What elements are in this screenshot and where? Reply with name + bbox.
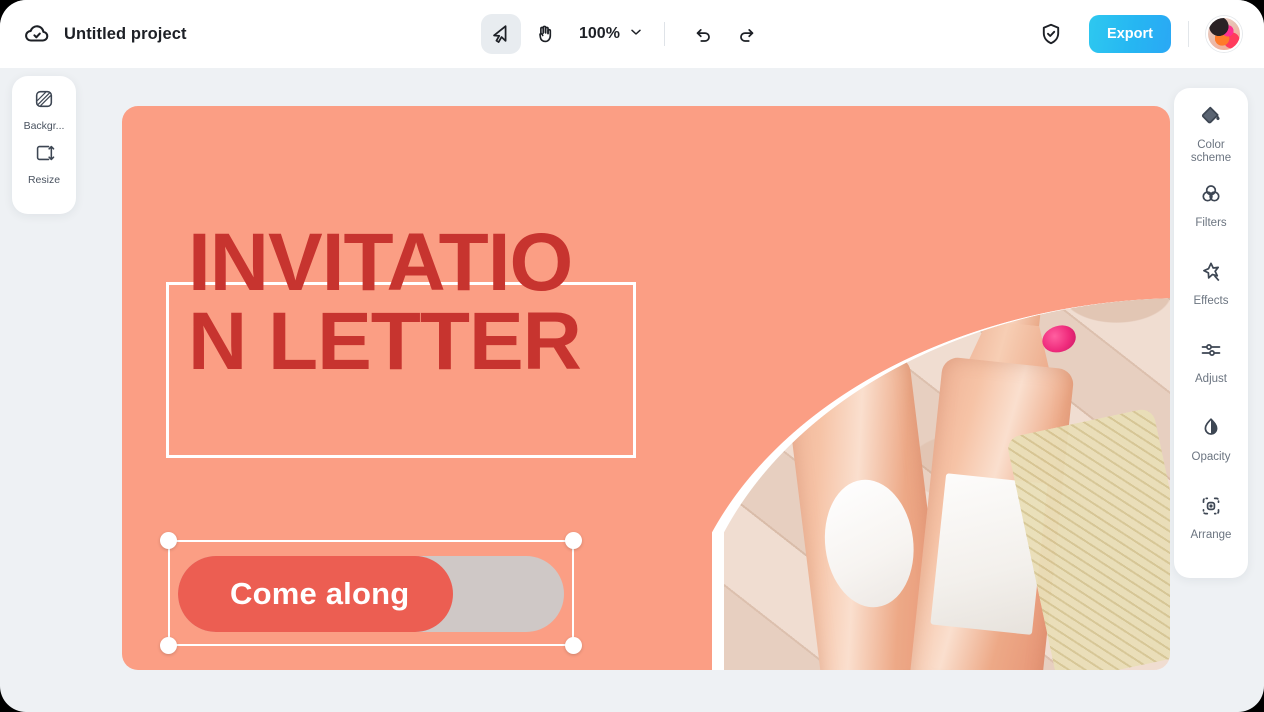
panel-item-label: Color scheme [1190, 139, 1232, 165]
resize-handle-top-right[interactable] [565, 532, 582, 549]
panel-item-label: Effects [1193, 295, 1229, 307]
zoom-level-value: 100% [579, 25, 620, 42]
panel-item-opacity[interactable]: Opacity [1175, 416, 1247, 494]
top-toolbar: Untitled project 100% Export [0, 0, 1264, 68]
cta-label: Come along [230, 576, 410, 611]
filters-circles-icon [1199, 182, 1223, 211]
sidebar-item-label: Backgr... [23, 120, 65, 132]
toolbar-center-group: 100% [481, 0, 765, 68]
opacity-droplet-icon [1199, 416, 1223, 445]
panel-item-color-scheme[interactable]: Color scheme [1175, 104, 1247, 182]
panel-item-arrange[interactable]: Arrange [1175, 494, 1247, 572]
panel-item-label: Adjust [1195, 373, 1227, 385]
resize-handle-bottom-right[interactable] [565, 637, 582, 654]
panel-item-effects[interactable]: Effects [1175, 260, 1247, 338]
resize-handle-top-left[interactable] [160, 532, 177, 549]
left-tool-panel: Backgr... Resize [12, 76, 76, 214]
background-pattern-icon [33, 88, 55, 115]
effects-star-icon [1199, 260, 1223, 289]
export-button[interactable]: Export [1089, 15, 1171, 53]
panel-item-filters[interactable]: Filters [1175, 182, 1247, 260]
avatar[interactable] [1206, 16, 1242, 52]
panel-item-label: Opacity [1191, 451, 1231, 463]
toolbar-divider [663, 22, 665, 46]
toolbar-left-group: Untitled project [24, 0, 187, 68]
toolbar-right-group: Export [1031, 0, 1242, 68]
pink-flowers [1008, 132, 1170, 357]
redo-button[interactable] [727, 15, 765, 53]
select-tool[interactable] [481, 14, 521, 54]
undo-button[interactable] [685, 15, 723, 53]
design-canvas[interactable]: INVITATION LETTER Come along [122, 106, 1170, 670]
arrange-frame-icon [1199, 494, 1223, 523]
wine-bottles-photo [724, 106, 1170, 670]
shield-check-icon[interactable] [1031, 14, 1071, 54]
sidebar-item-resize[interactable]: Resize [15, 142, 73, 186]
chevron-down-icon[interactable] [628, 24, 644, 45]
adjust-sliders-icon [1199, 338, 1223, 367]
paint-bucket-icon [1199, 104, 1223, 133]
panel-item-adjust[interactable]: Adjust [1175, 338, 1247, 416]
right-tool-panel: Color scheme Filters Effects Adjust Opac… [1174, 88, 1248, 578]
app-window: Untitled project 100% Export Backgr... R… [0, 0, 1264, 712]
panel-item-label: Arrange [1190, 529, 1232, 541]
canvas-image-element[interactable] [712, 106, 1170, 670]
cloud-check-icon[interactable] [24, 21, 50, 47]
zoom-control[interactable]: 100% [579, 24, 644, 45]
page-title[interactable]: Untitled project [64, 25, 187, 44]
heading-text[interactable]: INVITATION LETTER [188, 221, 618, 382]
sidebar-item-label: Resize [27, 174, 61, 186]
panel-item-label: Filters [1195, 217, 1227, 229]
resize-frame-icon [33, 142, 55, 169]
hand-tool[interactable] [525, 14, 565, 54]
toolbar-divider-right [1188, 21, 1189, 47]
sidebar-item-background[interactable]: Backgr... [15, 88, 73, 132]
resize-handle-bottom-left[interactable] [160, 637, 177, 654]
